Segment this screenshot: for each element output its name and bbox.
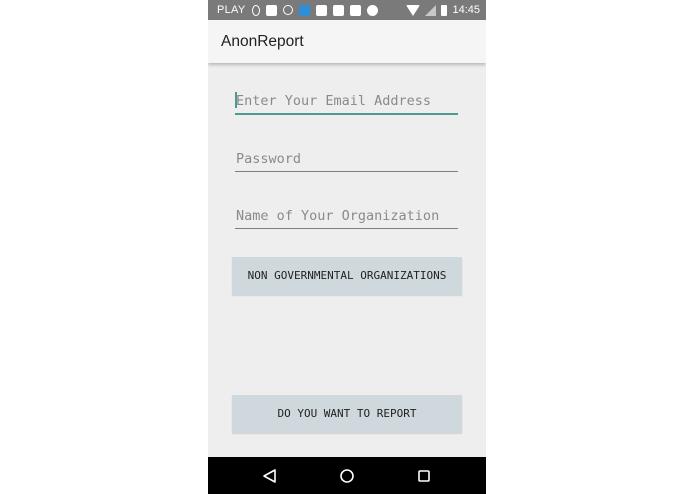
app-bar: AnonReport	[208, 20, 486, 63]
youtube-icon	[315, 4, 327, 16]
download-icon	[349, 4, 361, 16]
organization-field[interactable]	[235, 203, 458, 229]
password-field[interactable]	[235, 146, 458, 172]
app-title: AnonReport	[221, 33, 304, 50]
location-pin-icon	[251, 4, 260, 16]
status-left: PLAY	[217, 3, 378, 17]
status-bar: PLAY 14:45	[208, 0, 486, 20]
home-icon[interactable]	[337, 466, 357, 486]
back-icon[interactable]	[260, 466, 280, 486]
email-field[interactable]	[235, 89, 458, 115]
ngo-button[interactable]: NON GOVERNMENTAL ORGANIZATIONS	[232, 257, 462, 295]
status-right: 14:45	[406, 3, 480, 17]
report-button[interactable]: DO YOU WANT TO REPORT	[232, 395, 462, 433]
wifi-icon	[406, 4, 421, 16]
gallery-icon	[332, 4, 344, 16]
square-icon	[265, 4, 277, 16]
text-cursor	[235, 92, 237, 108]
navigation-bar	[208, 457, 486, 494]
signal-icon	[425, 4, 437, 16]
weather-icon	[298, 4, 310, 16]
clock: 14:45	[452, 4, 480, 16]
android-icon	[366, 4, 378, 16]
phone-screen: PLAY 14:45 AnonReport NON GOVERNMENTAL O…	[208, 0, 486, 494]
recents-icon[interactable]	[414, 466, 434, 486]
carrier-label: PLAY	[217, 4, 246, 16]
battery-icon	[441, 4, 448, 16]
chrome-icon	[282, 5, 293, 15]
